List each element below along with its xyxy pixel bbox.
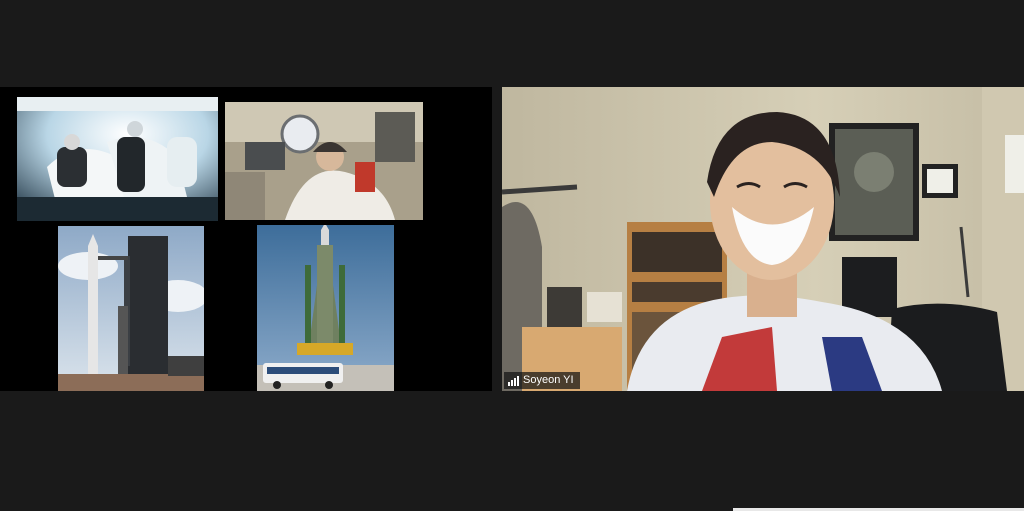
soyuz-rocket-photo — [257, 225, 394, 391]
webcam-feed — [502, 87, 1024, 391]
screen-share-tile[interactable] — [0, 87, 492, 391]
rocket-launchpad-photo — [58, 226, 204, 391]
signal-bars-icon — [508, 375, 519, 386]
participant-nameplate: Soyeon YI — [504, 372, 580, 389]
spacecraft-cabin-photo — [17, 97, 218, 221]
participant-name: Soyeon YI — [523, 374, 574, 386]
participant-video-tile[interactable]: Soyeon YI — [502, 87, 1024, 391]
soyuz-cabin-photo — [225, 102, 423, 220]
